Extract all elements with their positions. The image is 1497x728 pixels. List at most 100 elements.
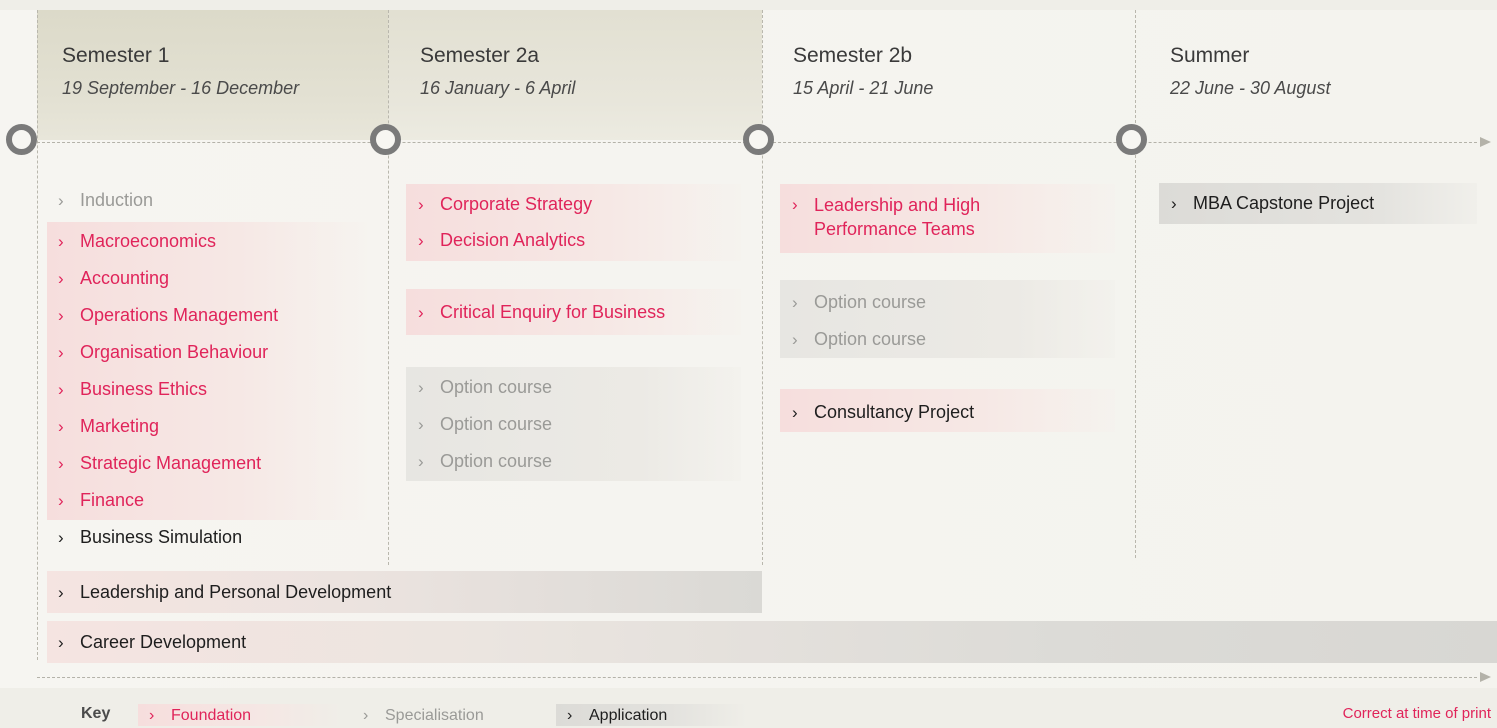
chevron-right-icon: › [792, 293, 798, 312]
chevron-right-icon: › [58, 232, 64, 251]
course-label: Option course [814, 292, 927, 312]
divider-left [37, 10, 38, 660]
chevron-right-icon: › [363, 707, 369, 724]
chevron-right-icon: › [418, 378, 424, 397]
chevron-right-icon: › [58, 306, 64, 325]
course-item: › Corporate Strategy [418, 194, 592, 215]
course-item-application: › Business Simulation [58, 527, 242, 548]
course-item: › Marketing [58, 416, 159, 437]
course-item-option: › Option course [418, 377, 552, 398]
key-specialisation: › Specialisation [352, 704, 533, 726]
course-item-induction: › Induction [58, 190, 153, 211]
course-item: › Critical Enquiry for Business [418, 302, 665, 323]
chevron-right-icon: › [792, 330, 798, 349]
chevron-right-icon: › [58, 343, 64, 362]
course-label: Option course [440, 414, 553, 434]
chevron-right-icon: › [58, 191, 64, 210]
course-item: › Macroeconomics [58, 231, 216, 252]
header-shade-semester2a [388, 10, 762, 140]
semester-title: Summer [1170, 44, 1250, 67]
chevron-right-icon: › [418, 452, 424, 471]
course-label: MBA Capstone Project [1193, 193, 1375, 213]
semester-title: Semester 1 [62, 44, 170, 67]
course-label: Finance [80, 490, 145, 510]
chevron-right-icon: › [58, 454, 64, 473]
course-item: › Accounting [58, 268, 169, 289]
course-item: › Organisation Behaviour [58, 342, 268, 363]
chevron-right-icon: › [418, 303, 424, 322]
course-label: Option course [440, 377, 553, 397]
course-item: › Business Ethics [58, 379, 207, 400]
course-item-spanning: › Leadership and Personal Development [58, 582, 391, 603]
divider-semester2b [1135, 10, 1136, 558]
chevron-right-icon: › [58, 269, 64, 288]
course-label: Marketing [80, 416, 160, 436]
course-item-spanning: › Career Development [58, 632, 246, 653]
key-application-label: Application [589, 707, 668, 724]
chevron-right-icon: › [567, 707, 573, 724]
course-label: Induction [80, 190, 154, 210]
chevron-right-icon: › [58, 491, 64, 510]
course-item-option: › Option course [792, 292, 926, 313]
chevron-right-icon: › [58, 528, 64, 547]
course-item: › Finance [58, 490, 144, 511]
key-foundation: › Foundation [138, 704, 344, 726]
course-label: Leadership and Personal Development [80, 582, 392, 602]
course-item-option: › Option course [792, 329, 926, 350]
course-label: Leadership and High Performance Teams [814, 195, 981, 239]
semester-dates: 19 September - 16 December [62, 78, 300, 98]
timeline-arrowhead [1480, 137, 1491, 147]
course-item: › Decision Analytics [418, 230, 585, 251]
course-label: Corporate Strategy [440, 194, 593, 214]
chevron-right-icon: › [418, 231, 424, 250]
header-shade-semester1 [37, 10, 388, 140]
course-item-application: › Consultancy Project [792, 402, 974, 423]
semester-title: Semester 2a [420, 44, 540, 67]
course-item: › Leadership and High Performance Teams [792, 193, 1042, 241]
course-label: Option course [814, 329, 927, 349]
chevron-right-icon: › [58, 417, 64, 436]
course-label: Option course [440, 451, 553, 471]
chevron-right-icon: › [792, 403, 798, 422]
milestone-node-2 [370, 124, 401, 155]
course-label: Decision Analytics [440, 230, 586, 250]
milestone-node-3 [743, 124, 774, 155]
chevron-right-icon: › [149, 707, 155, 724]
course-label: Strategic Management [80, 453, 262, 473]
course-label: Business Simulation [80, 527, 243, 547]
chevron-right-icon: › [418, 195, 424, 214]
semester-dates: 22 June - 30 August [1170, 78, 1331, 98]
divider-semester1 [388, 10, 389, 565]
key-foundation-label: Foundation [171, 707, 252, 724]
divider-semester2a [762, 10, 763, 565]
chevron-right-icon: › [58, 583, 64, 602]
course-item: › Operations Management [58, 305, 278, 326]
milestone-node-4 [1116, 124, 1147, 155]
milestone-node-1 [6, 124, 37, 155]
semester-dates: 15 April - 21 June [793, 78, 934, 98]
chevron-right-icon: › [58, 380, 64, 399]
course-label: Accounting [80, 268, 170, 288]
course-item-option: › Option course [418, 414, 552, 435]
semester-dates: 16 January - 6 April [420, 78, 576, 98]
course-label: Business Ethics [80, 379, 208, 399]
bottom-arrowhead [1480, 672, 1491, 682]
chevron-right-icon: › [418, 415, 424, 434]
chevron-right-icon: › [792, 195, 798, 214]
course-label: Organisation Behaviour [80, 342, 269, 362]
key-specialisation-label: Specialisation [385, 707, 484, 724]
bottom-line [37, 677, 1477, 678]
course-label: Macroeconomics [80, 231, 217, 251]
foundation-block-semester1 [47, 222, 367, 520]
course-item: › Strategic Management [58, 453, 261, 474]
course-label: Critical Enquiry for Business [440, 302, 666, 322]
chevron-right-icon: › [1171, 194, 1177, 213]
semester-title: Semester 2b [793, 44, 913, 67]
course-item-application: › MBA Capstone Project [1171, 193, 1374, 214]
footer-note: Correct at time of print [1342, 705, 1491, 722]
course-label: Career Development [80, 632, 247, 652]
course-item-option: › Option course [418, 451, 552, 472]
key-application: › Application [556, 704, 747, 726]
key-label: Key [81, 705, 111, 722]
course-label: Operations Management [80, 305, 279, 325]
